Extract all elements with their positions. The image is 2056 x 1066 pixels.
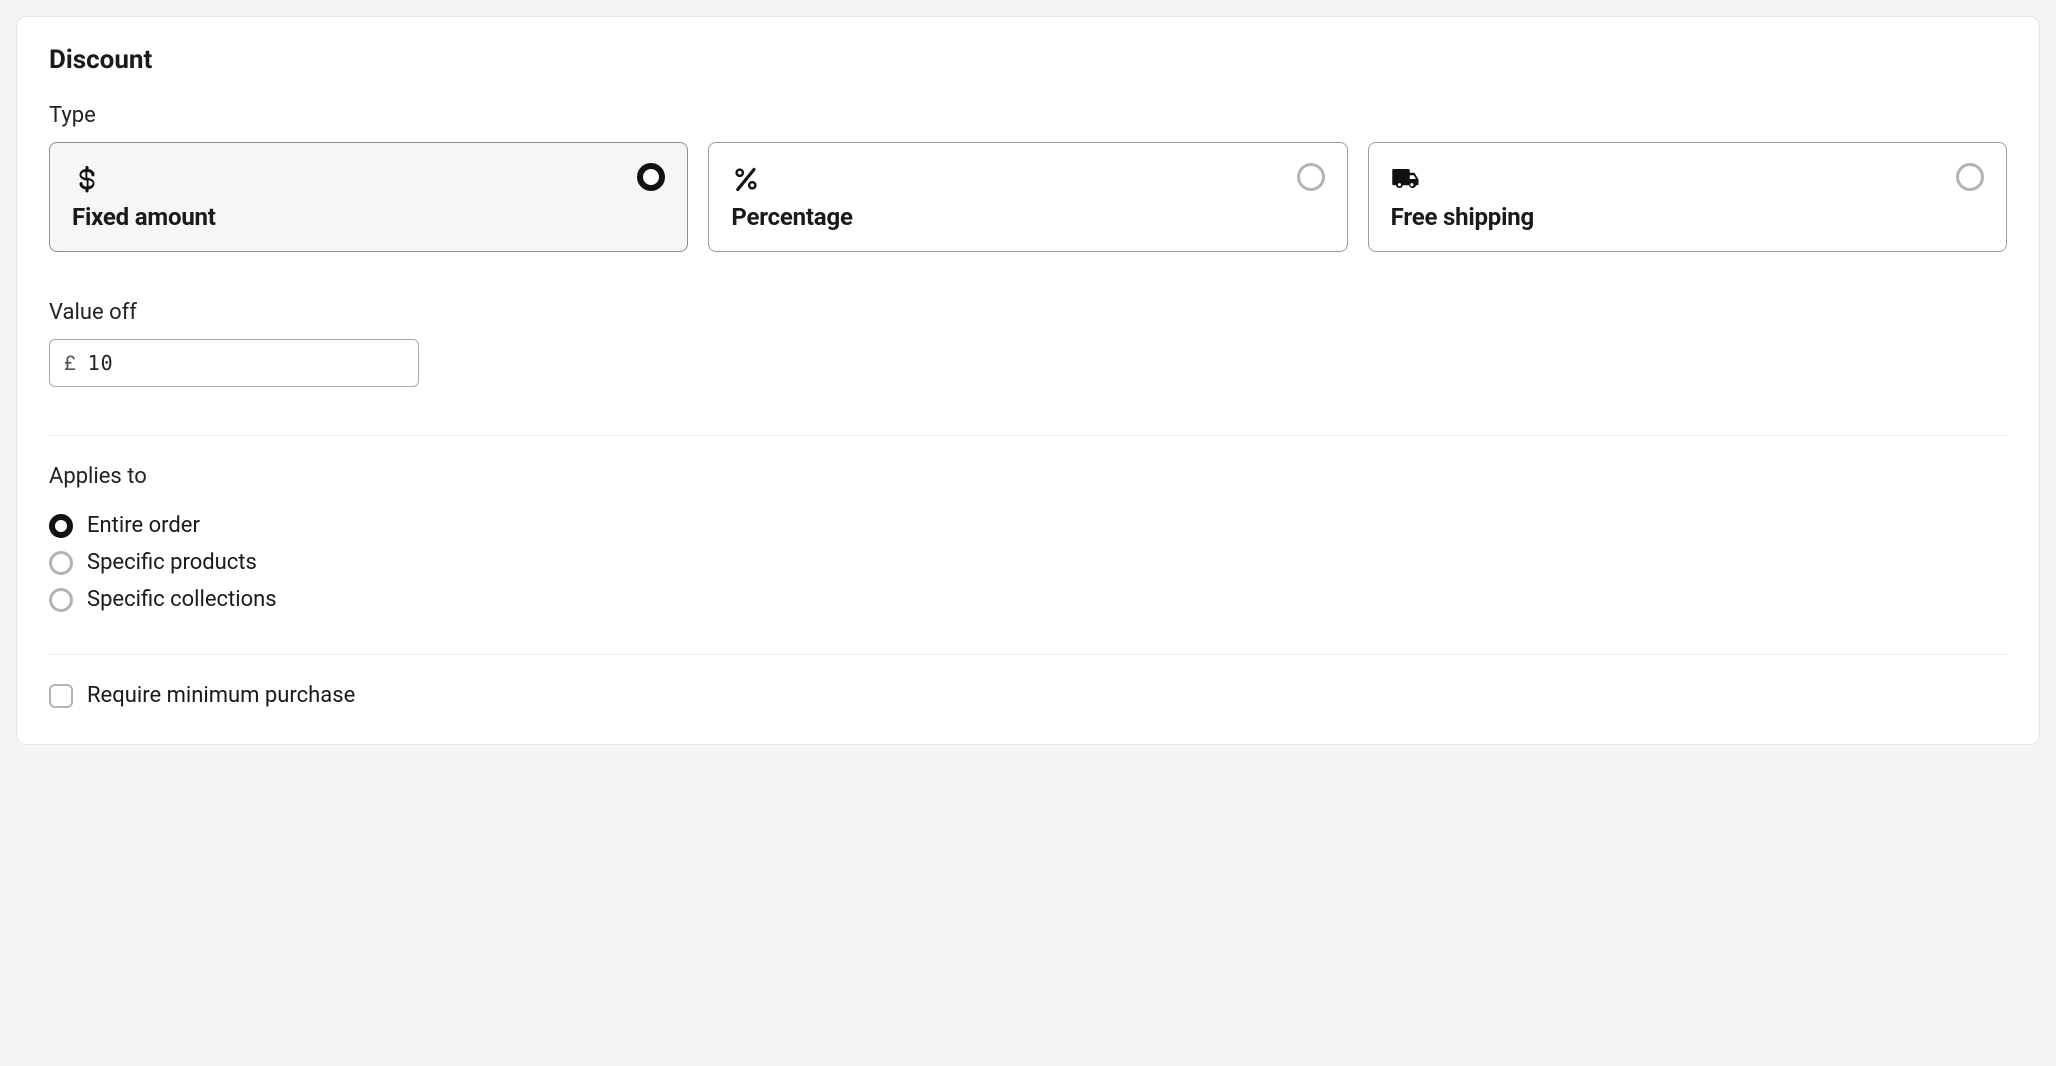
applies-to-option-label: Entire order [87, 513, 200, 538]
radio-indicator [49, 588, 73, 612]
type-option-label: Fixed amount [72, 203, 665, 231]
checkbox-indicator [49, 684, 73, 708]
discount-card: Discount Type Fixed amount Percentage [16, 16, 2040, 745]
divider [49, 435, 2007, 436]
type-option-fixed-amount[interactable]: Fixed amount [49, 142, 688, 252]
type-option-label: Percentage [731, 203, 1324, 231]
radio-indicator [49, 551, 73, 575]
dollar-icon [72, 161, 665, 197]
applies-to-field: Applies to Entire order Specific product… [49, 464, 2007, 618]
percent-icon [731, 161, 1324, 197]
value-off-label: Value off [49, 300, 2007, 325]
section-title: Discount [49, 45, 2007, 75]
applies-to-option-label: Specific collections [87, 587, 277, 612]
radio-indicator [1297, 163, 1325, 191]
value-off-field: Value off £ [49, 300, 2007, 387]
currency-symbol: £ [64, 351, 76, 375]
type-field: Type Fixed amount Percentage [49, 103, 2007, 252]
applies-to-options: Entire order Specific products Specific … [49, 507, 2007, 618]
type-option-label: Free shipping [1391, 203, 1984, 231]
applies-to-option-specific-products[interactable]: Specific products [49, 544, 2007, 581]
value-off-input[interactable] [88, 351, 404, 375]
truck-icon [1391, 161, 1984, 197]
type-option-percentage[interactable]: Percentage [708, 142, 1347, 252]
radio-indicator [1956, 163, 1984, 191]
value-off-input-group[interactable]: £ [49, 339, 419, 387]
require-minimum-purchase-label: Require minimum purchase [87, 683, 355, 708]
applies-to-label: Applies to [49, 464, 2007, 489]
type-label: Type [49, 103, 2007, 128]
applies-to-option-entire-order[interactable]: Entire order [49, 507, 2007, 544]
divider [49, 654, 2007, 655]
radio-indicator [49, 514, 73, 538]
type-options-row: Fixed amount Percentage Free shipping [49, 142, 2007, 252]
applies-to-option-label: Specific products [87, 550, 257, 575]
type-option-free-shipping[interactable]: Free shipping [1368, 142, 2007, 252]
applies-to-option-specific-collections[interactable]: Specific collections [49, 581, 2007, 618]
require-minimum-purchase-checkbox[interactable]: Require minimum purchase [49, 683, 2007, 708]
